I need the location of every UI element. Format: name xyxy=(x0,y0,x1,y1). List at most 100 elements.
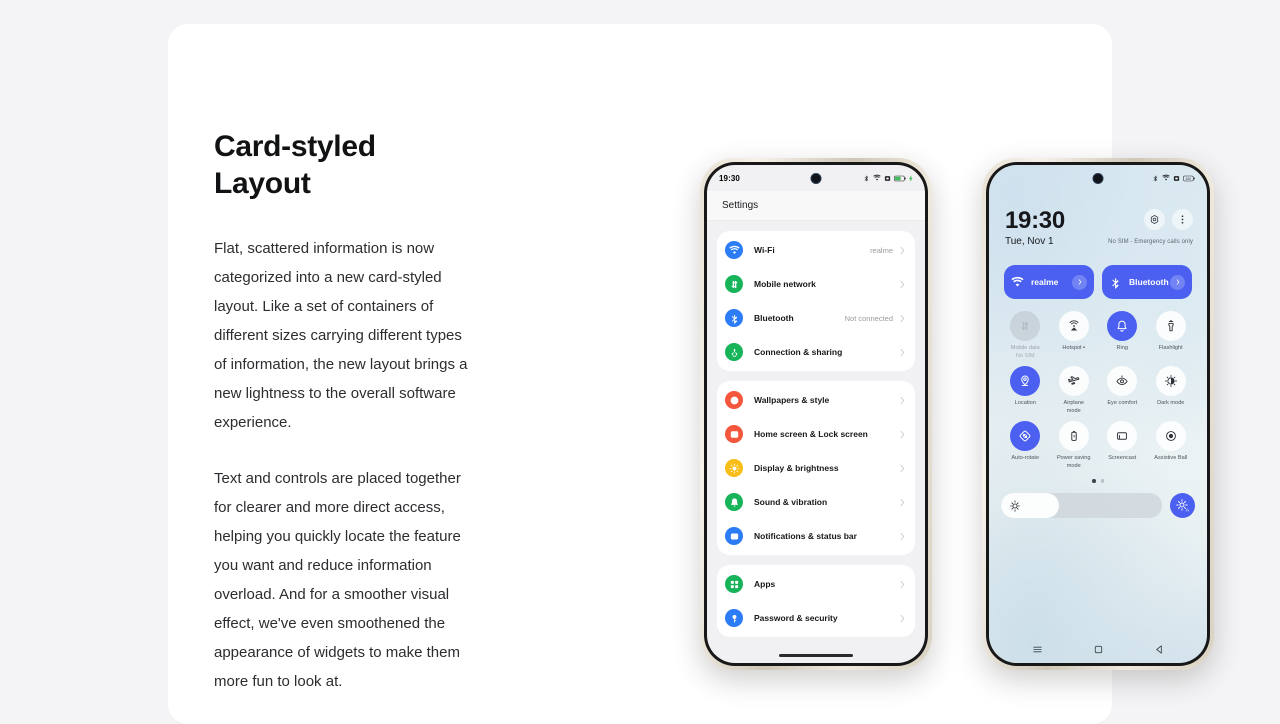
quick-settings-tile[interactable]: Screencast xyxy=(1098,421,1147,470)
eye-comfort-icon[interactable] xyxy=(1107,366,1138,397)
quick-settings-tile[interactable]: Hotspot ▪ xyxy=(1050,311,1099,360)
quick-settings-tile[interactable]: Ring xyxy=(1098,311,1147,360)
power-saving-icon[interactable] xyxy=(1058,421,1089,452)
overflow-menu-icon[interactable] xyxy=(1172,209,1193,230)
mobile-data-icon[interactable] xyxy=(1010,311,1041,341)
quick-settings-pill-label: realme xyxy=(1031,277,1059,287)
quick-settings-tile[interactable]: Assistive Ball xyxy=(1147,421,1196,470)
settings-title: Settings xyxy=(722,200,759,211)
settings-row[interactable]: Connection & sharing xyxy=(717,335,915,369)
chevron-right-icon xyxy=(900,580,905,589)
settings-row-value: realme xyxy=(870,245,893,255)
svg-text:100: 100 xyxy=(1186,176,1192,180)
flashlight-icon[interactable] xyxy=(1155,311,1186,341)
bluetooth-icon xyxy=(1109,276,1122,289)
quick-settings-tile-label: Eye comfort xyxy=(1107,400,1138,407)
chevron-right-icon xyxy=(900,396,905,405)
settings-row-label: Mobile network xyxy=(754,279,816,289)
settings-card-group: Wallpapers & style Home screen & Lock scr… xyxy=(717,381,915,555)
page-dot[interactable] xyxy=(1092,479,1096,483)
back-nav-icon[interactable] xyxy=(1154,644,1165,655)
page-dot[interactable] xyxy=(1100,479,1104,483)
quick-settings-tile-label: Dark mode xyxy=(1157,400,1185,407)
quick-settings-tile-label: Hotspot ▪ xyxy=(1062,345,1086,351)
settings-row[interactable]: Wi-Fi realme xyxy=(717,233,915,267)
chevron-right-icon[interactable] xyxy=(1170,274,1185,290)
quick-settings-tile[interactable]: Auto-rotate xyxy=(1001,421,1050,470)
chevron-right-icon xyxy=(900,348,905,357)
bluetooth-icon xyxy=(1152,175,1159,182)
quick-settings-tile[interactable]: Airplane mode xyxy=(1050,366,1099,415)
dark-mode-icon[interactable] xyxy=(1155,366,1186,397)
quick-settings-tile[interactable]: Power saving mode xyxy=(1050,421,1099,470)
ring-bell-icon[interactable] xyxy=(1107,311,1138,341)
settings-row[interactable]: Home screen & Lock screen xyxy=(717,417,915,451)
brightness-slider[interactable] xyxy=(1001,493,1162,518)
settings-row-label: Sound & vibration xyxy=(754,497,828,507)
quick-settings-pills[interactable]: realme Bluetooth xyxy=(1004,265,1192,299)
battery-icon xyxy=(894,175,906,182)
content-card: Card-styled Layout Flat, scattered infor… xyxy=(168,24,1214,724)
sim-status-text: No SIM - Emergency calls only xyxy=(1108,239,1193,245)
bluetooth-icon xyxy=(863,175,870,182)
phone-bezel: 19:30 Settings Wi-Fi realme Mobile netwo… xyxy=(704,162,928,666)
settings-row[interactable]: Sound & vibration xyxy=(717,485,915,519)
settings-header: Settings xyxy=(707,191,925,221)
location-icon[interactable] xyxy=(1010,366,1041,397)
settings-row[interactable]: Wallpapers & style xyxy=(717,383,915,417)
hotspot-icon[interactable] xyxy=(1058,311,1089,341)
chevron-right-icon[interactable] xyxy=(1072,274,1087,290)
copy-column: Card-styled Layout Flat, scattered infor… xyxy=(214,129,489,696)
quick-settings-tile-sublabel: No SIM xyxy=(1015,352,1035,359)
screencast-icon[interactable] xyxy=(1107,421,1138,452)
quick-settings-tile-label: Flashlight xyxy=(1158,345,1183,351)
settings-row[interactable]: Display & brightness xyxy=(717,451,915,485)
navigation-bar[interactable] xyxy=(989,644,1207,655)
phone-mockup-settings: 19:30 Settings Wi-Fi realme Mobile netwo… xyxy=(700,158,932,670)
chevron-right-icon xyxy=(900,280,905,289)
airplane-icon[interactable] xyxy=(1058,366,1089,397)
front-camera-icon xyxy=(810,173,822,184)
wifi-icon xyxy=(1162,174,1170,182)
quick-settings-tile-label: Screencast xyxy=(1108,455,1137,462)
status-bar-icons: 100 xyxy=(1152,174,1195,182)
settings-gear-icon[interactable] xyxy=(1144,209,1165,230)
quick-settings-tile[interactable]: Location xyxy=(1001,366,1050,415)
quick-settings-tile[interactable]: Mobile data No SIM xyxy=(1001,311,1050,360)
settings-row[interactable]: Password & security xyxy=(717,601,915,635)
settings-row-label: Display & brightness xyxy=(754,463,839,473)
apps-grid-icon xyxy=(725,575,743,593)
assistive-ball-icon[interactable] xyxy=(1155,421,1186,452)
settings-row[interactable]: Bluetooth Not connected xyxy=(717,301,915,335)
notification-icon xyxy=(725,527,743,545)
quick-settings-tile[interactable]: Dark mode xyxy=(1147,366,1196,415)
quick-settings-tile[interactable]: Flashlight xyxy=(1147,311,1196,360)
settings-list[interactable]: Wi-Fi realme Mobile network Bluetooth Not co… xyxy=(707,222,925,663)
sim-icon xyxy=(1173,175,1180,182)
quick-settings-pill[interactable]: Bluetooth xyxy=(1102,265,1192,299)
status-bar-icons xyxy=(863,174,913,182)
recents-nav-icon[interactable] xyxy=(1032,644,1043,655)
settings-row[interactable]: Apps xyxy=(717,567,915,601)
settings-row-label: Wallpapers & style xyxy=(754,395,830,405)
settings-row-label: Home screen & Lock screen xyxy=(754,429,868,439)
auto-rotate-icon[interactable] xyxy=(1010,421,1041,452)
quick-settings-pill[interactable]: realme xyxy=(1004,265,1094,299)
quick-settings-tile[interactable]: Eye comfort xyxy=(1098,366,1147,415)
settings-row[interactable]: Notifications & status bar xyxy=(717,519,915,553)
phone-mockup-quick-settings: 100 19:30 Tue, Nov 1 No SIM - Emergency … xyxy=(982,158,1214,670)
key-icon xyxy=(725,609,743,627)
page-title: Card-styled Layout xyxy=(214,130,376,200)
clock-date: Tue, Nov 1 xyxy=(1005,235,1054,247)
home-lock-icon xyxy=(725,425,743,443)
settings-row[interactable]: Mobile network xyxy=(717,267,915,301)
home-nav-icon[interactable] xyxy=(1093,644,1104,655)
body-paragraph-2: Text and controls are placed together fo… xyxy=(214,470,461,691)
brightness-row[interactable]: A xyxy=(1001,493,1195,518)
page-dots[interactable] xyxy=(989,479,1207,483)
home-indicator[interactable] xyxy=(779,654,853,657)
clock-block: 19:30 Tue, Nov 1 xyxy=(1005,208,1065,247)
auto-brightness-icon[interactable]: A xyxy=(1170,493,1195,518)
quick-settings-tile-grid[interactable]: Mobile data No SIM Hotspot ▪ Ring Flashlight… xyxy=(1001,311,1195,470)
quick-settings-pill-label: Bluetooth xyxy=(1129,277,1169,287)
